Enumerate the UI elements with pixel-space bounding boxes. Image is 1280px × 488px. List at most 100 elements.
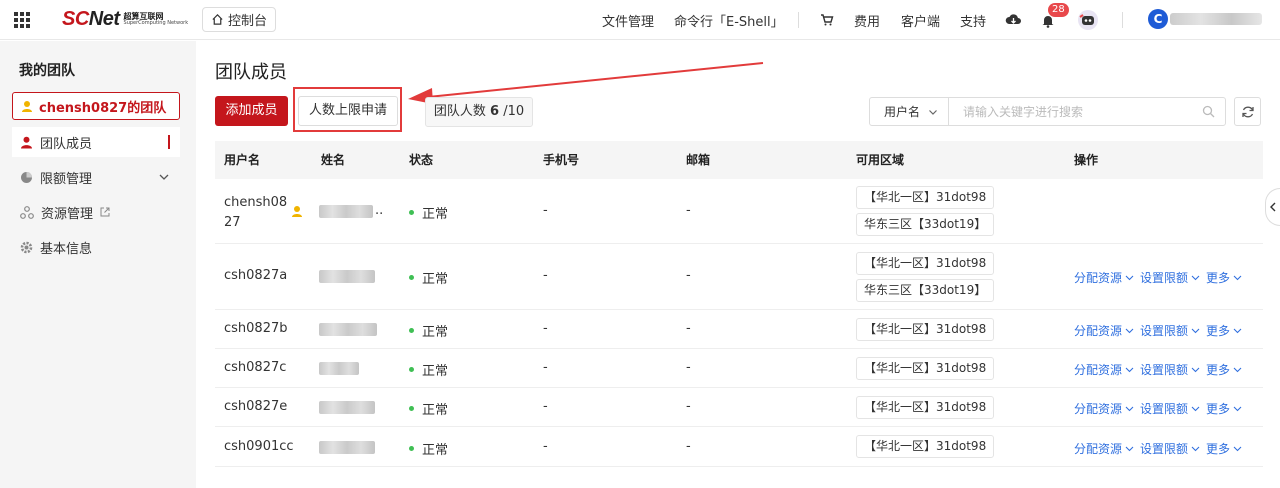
row-actions: 分配资源 设置限额 更多 — [1074, 361, 1242, 378]
chevron-down-icon — [1125, 328, 1134, 334]
chevron-down-icon — [1233, 367, 1242, 373]
table-row: csh0827a 正常 - - 【华北一区】31dot98 华东三区【33dot… — [215, 244, 1263, 310]
top-header: SCNet 超算互联网 SuperComputing Network 控制台 文… — [0, 0, 1280, 40]
allocate-resource-link[interactable]: 分配资源 — [1074, 322, 1134, 339]
nav-client[interactable]: 客户端 — [901, 0, 940, 40]
cart-icon[interactable] — [820, 0, 834, 40]
add-member-button[interactable]: 添加成员 — [215, 96, 288, 126]
sidebar-item-quota[interactable]: 限额管理 — [12, 162, 180, 192]
row-actions: 分配资源 设置限额 更多 — [1074, 269, 1242, 286]
search-bar: 用户名 — [869, 97, 1226, 126]
user-real-name-blurred — [319, 205, 373, 218]
user-real-name-ellipsis: .. — [375, 203, 384, 218]
search-type-select[interactable]: 用户名 — [870, 98, 949, 125]
region-tag: 【华北一区】31dot98 — [856, 318, 995, 341]
region-tag: 【华北一区】31dot98 — [856, 186, 995, 209]
chevron-down-icon — [1191, 406, 1200, 412]
region-tag: 【华北一区】31dot98 — [856, 435, 995, 458]
table-header: 用户名 姓名 状态 手机号 邮箱 可用区域 操作 — [215, 141, 1263, 179]
set-quota-link[interactable]: 设置限额 — [1140, 361, 1200, 378]
status-badge: 正常 — [409, 321, 448, 340]
allocate-resource-link[interactable]: 分配资源 — [1074, 400, 1134, 417]
status-badge: 正常 — [409, 439, 448, 458]
allocate-resource-link[interactable]: 分配资源 — [1074, 269, 1134, 286]
more-link[interactable]: 更多 — [1206, 322, 1242, 339]
email: - — [686, 399, 691, 414]
allocate-resource-link[interactable]: 分配资源 — [1074, 440, 1134, 457]
username: csh0827a — [224, 268, 288, 283]
chevron-down-icon — [1233, 328, 1242, 334]
user-real-name-blurred — [319, 323, 377, 336]
pie-chart-icon — [21, 171, 32, 183]
set-quota-link[interactable]: 设置限额 — [1140, 440, 1200, 457]
team-owner-icon — [22, 100, 32, 112]
side-panel-toggle[interactable] — [1265, 188, 1280, 226]
refresh-icon — [1241, 106, 1254, 117]
sidebar-item-resources[interactable]: 资源管理 — [12, 197, 180, 227]
chevron-down-icon — [1233, 446, 1242, 452]
user-real-name-blurred — [319, 441, 375, 454]
nav-file-manager[interactable]: 文件管理 — [602, 0, 654, 40]
apps-grid-icon[interactable] — [14, 12, 30, 28]
more-link[interactable]: 更多 — [1206, 361, 1242, 378]
phone: - — [543, 203, 548, 218]
email: - — [686, 439, 691, 454]
refresh-button[interactable] — [1234, 97, 1261, 126]
team-owner-icon — [292, 206, 302, 217]
username: csh0827c — [224, 360, 287, 375]
team-selector[interactable]: chensh0827的团队 — [12, 92, 180, 120]
col-email: 邮箱 — [686, 153, 711, 167]
notification-badge: 28 — [1048, 3, 1069, 17]
user-name-blurred[interactable] — [1170, 13, 1262, 25]
status-badge: 正常 — [409, 203, 448, 222]
user-avatar[interactable]: C — [1148, 9, 1168, 29]
nav-support[interactable]: 支持 — [960, 0, 986, 40]
user-real-name-blurred — [319, 270, 375, 283]
search-input[interactable] — [949, 98, 1225, 125]
logo[interactable]: SCNet 超算互联网 SuperComputing Network — [62, 8, 188, 31]
row-actions: 分配资源 设置限额 更多 — [1074, 400, 1242, 417]
chevron-down-icon — [1125, 446, 1134, 452]
more-link[interactable]: 更多 — [1206, 440, 1242, 457]
search-icon[interactable] — [1202, 105, 1215, 118]
chevron-down-icon — [1125, 406, 1134, 412]
table-row: csh0827e 正常 - - 【华北一区】31dot98 分配资源 设置限额 … — [215, 388, 1263, 427]
phone: - — [543, 268, 548, 283]
table-row: csh0901cc 正常 - - 【华北一区】31dot98 分配资源 设置限额… — [215, 427, 1263, 467]
chevron-down-icon — [159, 174, 169, 180]
user-real-name-blurred — [319, 401, 375, 414]
allocate-resource-link[interactable]: 分配资源 — [1074, 361, 1134, 378]
sidebar-item-basic-info[interactable]: 基本信息 — [12, 232, 180, 262]
email: - — [686, 268, 691, 283]
phone: - — [543, 399, 548, 414]
divider — [1122, 12, 1123, 28]
col-username: 用户名 — [224, 153, 261, 167]
more-link[interactable]: 更多 — [1206, 400, 1242, 417]
chevron-left-icon — [1270, 202, 1276, 212]
col-name: 姓名 — [321, 153, 346, 167]
region-tag: 华东三区【33dot19】 — [856, 279, 995, 302]
cloud-download-icon[interactable] — [1005, 0, 1022, 40]
more-link[interactable]: 更多 — [1206, 269, 1242, 286]
chevron-down-icon — [1125, 275, 1134, 281]
set-quota-link[interactable]: 设置限额 — [1140, 269, 1200, 286]
sidebar: 我的团队 chensh0827的团队 团队成员 限额管理 资源管理 基本信息 — [0, 41, 196, 488]
assistant-avatar-icon[interactable] — [1077, 0, 1099, 40]
nav-eshell[interactable]: 命令行「E-Shell」 — [674, 0, 784, 40]
chevron-down-icon — [1125, 367, 1134, 373]
region-tag: 【华北一区】31dot98 — [856, 396, 995, 419]
set-quota-link[interactable]: 设置限额 — [1140, 400, 1200, 417]
region-tag: 华东三区【33dot19】 — [856, 213, 995, 236]
table-row: csh0827b 正常 - - 【华北一区】31dot98 分配资源 设置限额 … — [215, 310, 1263, 349]
username: chensh08 27 — [224, 195, 288, 230]
nav-billing[interactable]: 费用 — [854, 0, 880, 40]
set-quota-link[interactable]: 设置限额 — [1140, 322, 1200, 339]
chevron-down-icon — [1191, 328, 1200, 334]
username: csh0827e — [224, 399, 288, 414]
row-actions: 分配资源 设置限额 更多 — [1074, 440, 1242, 457]
sidebar-item-team-members[interactable]: 团队成员 — [12, 127, 180, 157]
col-actions: 操作 — [1074, 153, 1099, 167]
phone: - — [543, 321, 548, 336]
console-button[interactable]: 控制台 — [202, 7, 277, 32]
chevron-down-icon — [1191, 367, 1200, 373]
